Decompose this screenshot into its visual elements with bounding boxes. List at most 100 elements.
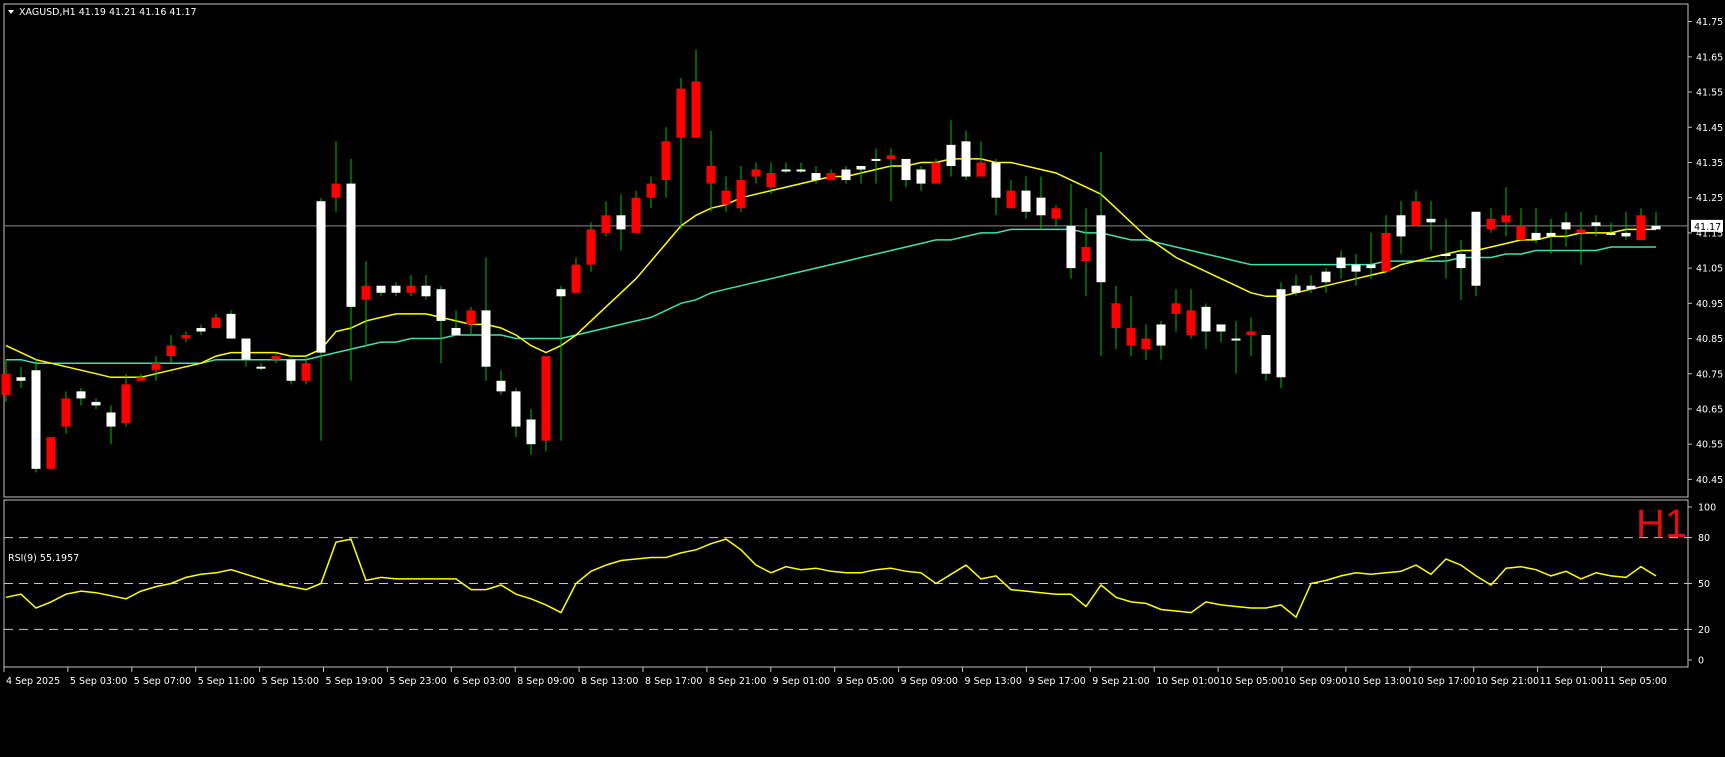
candle [271, 352, 281, 364]
candle-body [661, 141, 671, 181]
candle-body [1606, 232, 1616, 235]
candle [1471, 211, 1481, 297]
candle [1066, 183, 1076, 279]
candle [571, 257, 581, 293]
candle [1, 359, 11, 402]
candle [151, 356, 161, 381]
candle-body [376, 285, 386, 293]
last-price-label: 41.17 [1694, 222, 1721, 233]
candle [931, 158, 941, 184]
candle-body [451, 327, 461, 336]
candle [721, 176, 731, 212]
time-tick-label: 8 Sep 13:00 [581, 676, 638, 687]
time-tick-label: 10 Sep 13:00 [1348, 676, 1411, 687]
price-tick-label: 41.45 [1696, 123, 1723, 134]
price-tick-label: 41.65 [1696, 52, 1723, 63]
candle-body [211, 317, 221, 328]
candle-body [871, 158, 881, 161]
time-tick-label: 9 Sep 13:00 [965, 676, 1022, 687]
candle-body [481, 310, 491, 367]
candle-body [1261, 335, 1271, 374]
ma-fast-line [5, 158, 1656, 379]
candle-body [616, 215, 626, 230]
candle-body [556, 289, 566, 297]
candle [901, 158, 911, 188]
collapse-triangle-icon[interactable] [8, 10, 14, 14]
candle-body [1486, 218, 1496, 230]
candle [1036, 176, 1046, 230]
candle [481, 257, 491, 381]
candle [1051, 204, 1061, 226]
price-tick-label: 40.55 [1696, 440, 1723, 451]
candle-body [106, 412, 116, 427]
candle [691, 49, 701, 138]
candle-body [916, 169, 926, 184]
time-tick-label: 10 Sep 05:00 [1220, 676, 1283, 687]
candle [1516, 208, 1526, 240]
candle [331, 141, 341, 212]
candle-body [946, 144, 956, 166]
candle [736, 165, 746, 212]
candle [1246, 317, 1256, 357]
candle [1141, 324, 1151, 360]
candle-body [61, 398, 71, 427]
candle-body [1576, 229, 1586, 233]
candle-body [961, 141, 971, 177]
candle-body [1081, 246, 1091, 262]
rsi-panel: 100 80 50 20 0 [4, 503, 1716, 667]
candle [916, 165, 926, 191]
rsi-tick-label: 20 [1698, 625, 1710, 636]
chart-frames [3, 3, 1689, 668]
candle [631, 190, 641, 233]
time-tick-label: 4 Sep 2025 [6, 676, 60, 687]
candle-body [391, 285, 401, 293]
candle-body [1516, 225, 1526, 240]
candle-body [1171, 303, 1181, 314]
candle [211, 313, 221, 328]
candle [661, 127, 671, 198]
rsi-tick-label: 100 [1698, 503, 1716, 514]
moving-averages [5, 158, 1656, 379]
candle [871, 148, 881, 184]
price-tick-label: 41.55 [1696, 88, 1723, 99]
candle [1156, 320, 1166, 360]
candle-body [136, 377, 146, 381]
candle [436, 285, 446, 364]
candle [256, 363, 266, 371]
candle [616, 194, 626, 251]
candle-body [91, 401, 101, 406]
candle-body [811, 173, 821, 181]
candle [1546, 218, 1556, 255]
time-tick-label: 9 Sep 05:00 [837, 676, 894, 687]
candle [76, 387, 86, 406]
candle [376, 285, 386, 297]
candle [1636, 208, 1646, 240]
candle-body [76, 391, 86, 399]
candle [1231, 320, 1241, 374]
candle-body [1141, 338, 1151, 350]
candle-body [121, 384, 131, 424]
price-tick-label: 40.95 [1696, 299, 1723, 310]
candle [496, 370, 506, 395]
candle [511, 387, 521, 438]
candle-body [1396, 215, 1406, 237]
candle [1096, 151, 1106, 357]
candle [1366, 232, 1376, 279]
candle-body [1381, 232, 1391, 272]
candle [31, 359, 41, 473]
time-tick-label: 11 Sep 01:00 [1540, 676, 1603, 687]
candle [1216, 324, 1226, 343]
candle [781, 162, 791, 174]
candle-body [1246, 331, 1256, 336]
candle-body [826, 173, 836, 181]
candle [601, 201, 611, 237]
time-tick-label: 9 Sep 01:00 [773, 676, 830, 687]
time-tick-label: 5 Sep 15:00 [262, 676, 319, 687]
ma-slow-line [6, 228, 1656, 364]
candle [1576, 211, 1586, 265]
candle [541, 356, 551, 452]
rsi-tick-label: 50 [1698, 579, 1710, 590]
candle-body [1501, 215, 1511, 223]
price-tick-label: 41.75 [1696, 17, 1723, 28]
candle-body [1231, 338, 1241, 341]
